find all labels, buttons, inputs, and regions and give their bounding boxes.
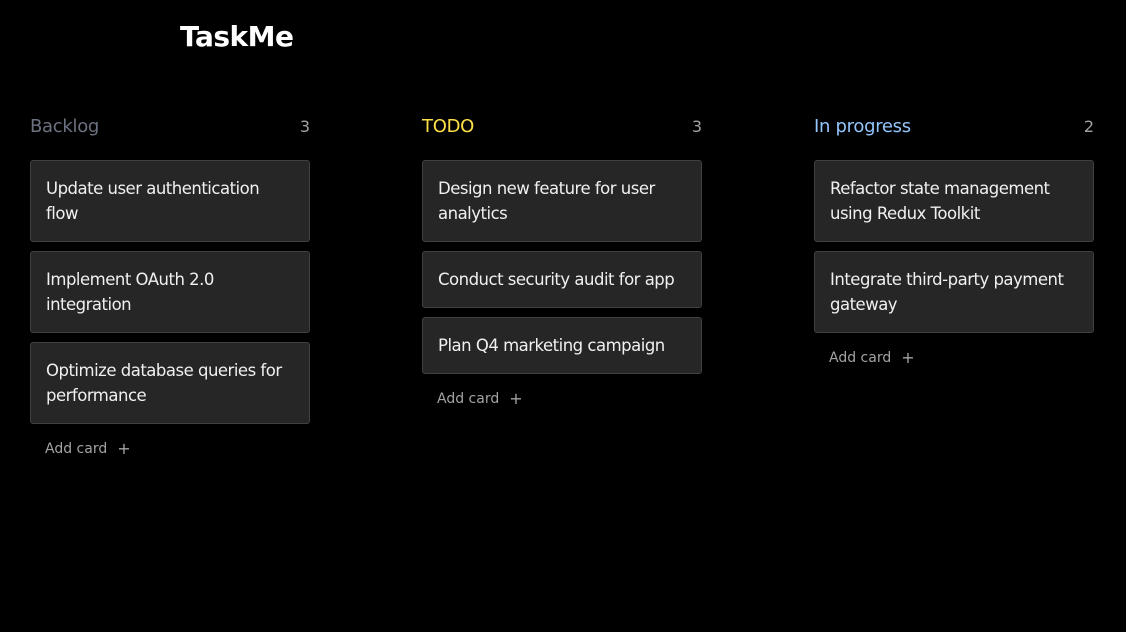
column-count: 2 <box>1083 116 1094 136</box>
add-card-label: Add card <box>829 350 892 366</box>
task-card[interactable]: Design new feature for user analytics <box>422 160 702 242</box>
column-title: Backlog <box>30 115 100 137</box>
app-title: TaskMe <box>180 20 294 53</box>
task-card[interactable]: Implement OAuth 2.0 integration <box>30 251 310 333</box>
add-card-button[interactable]: Add card + <box>814 347 1094 369</box>
column-in-progress: In progress 2 Refactor state management … <box>814 112 1094 460</box>
card-list: Design new feature for user analytics Co… <box>422 160 702 374</box>
column-header: Backlog 3 <box>30 112 310 140</box>
column-count: 3 <box>299 116 310 136</box>
task-card[interactable]: Refactor state management using Redux To… <box>814 160 1094 242</box>
add-card-button[interactable]: Add card + <box>30 438 310 460</box>
add-card-label: Add card <box>437 391 500 407</box>
add-card-button[interactable]: Add card + <box>422 388 702 410</box>
column-backlog: Backlog 3 Update user authentication flo… <box>30 112 310 460</box>
card-list: Update user authentication flow Implemen… <box>30 160 310 424</box>
column-title: TODO <box>422 115 474 137</box>
task-card[interactable]: Integrate third-party payment gateway <box>814 251 1094 333</box>
column-count: 3 <box>691 116 702 136</box>
column-header: In progress 2 <box>814 112 1094 140</box>
plus-icon: + <box>117 439 131 458</box>
column-todo: TODO 3 Design new feature for user analy… <box>422 112 702 460</box>
column-header: TODO 3 <box>422 112 702 140</box>
task-card[interactable]: Optimize database queries for performanc… <box>30 342 310 424</box>
task-card[interactable]: Update user authentication flow <box>30 160 310 242</box>
column-title: In progress <box>814 115 911 137</box>
add-card-label: Add card <box>45 441 108 457</box>
plus-icon: + <box>509 389 523 408</box>
task-card[interactable]: Plan Q4 marketing campaign <box>422 317 702 374</box>
kanban-board: Backlog 3 Update user authentication flo… <box>30 112 1094 460</box>
plus-icon: + <box>901 348 915 367</box>
task-card[interactable]: Conduct security audit for app <box>422 251 702 308</box>
card-list: Refactor state management using Redux To… <box>814 160 1094 333</box>
